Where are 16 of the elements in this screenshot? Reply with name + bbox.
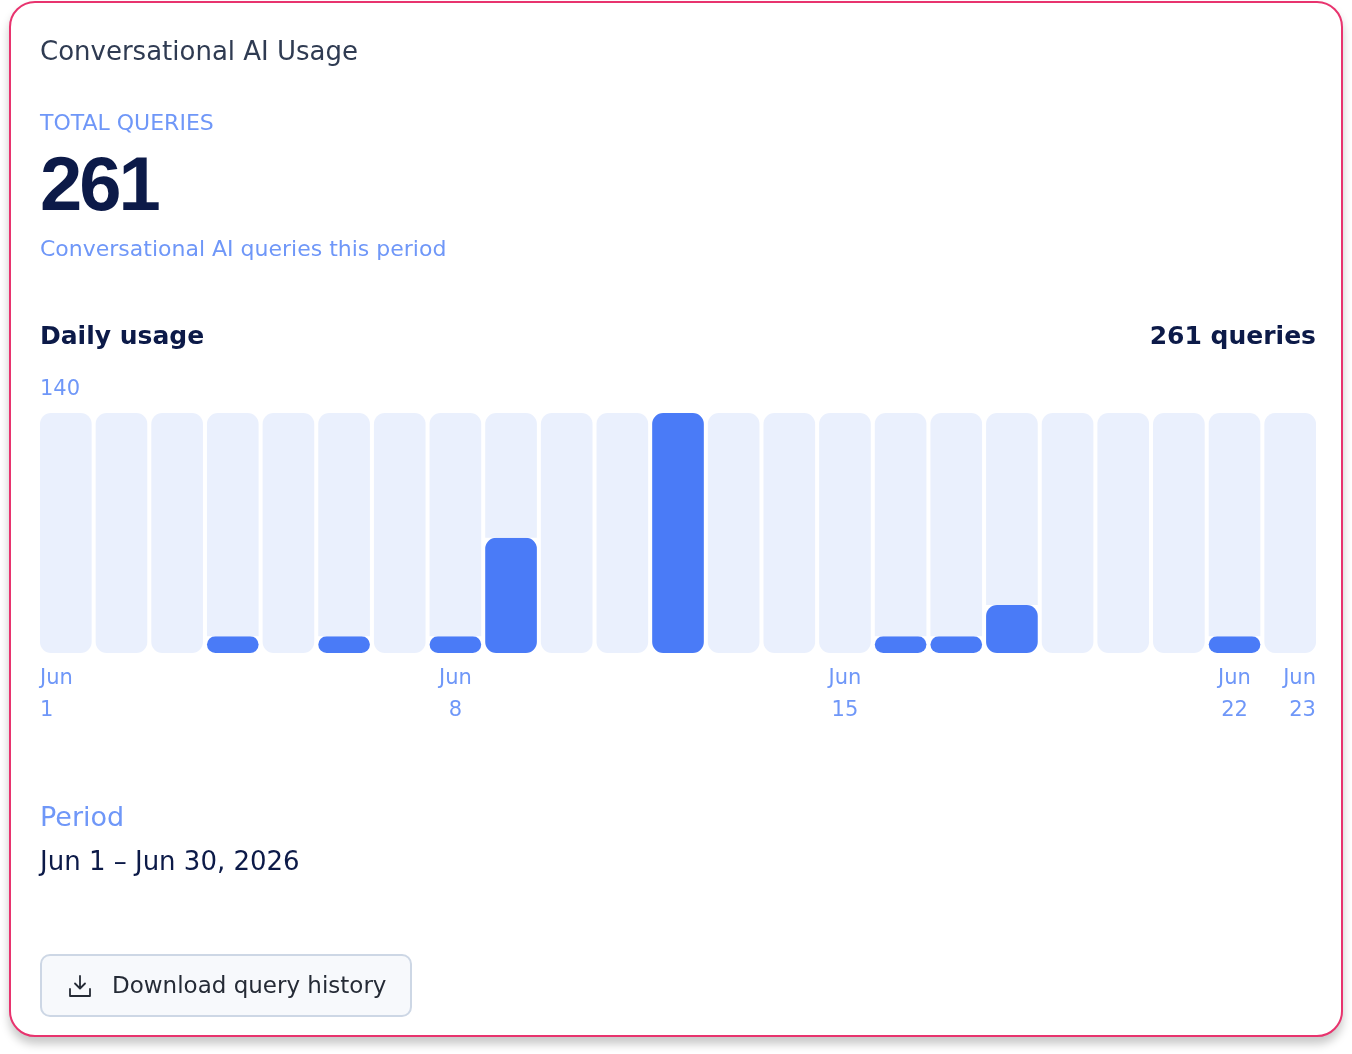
period-value: Jun 1 – Jun 30, 2026 bbox=[40, 845, 301, 878]
stat-label: TOTAL QUERIES bbox=[40, 109, 215, 137]
stat-value: 261 bbox=[40, 143, 160, 225]
download-button[interactable]: Download query history bbox=[40, 954, 413, 1017]
x-axis-label: Jun 15 bbox=[828, 664, 862, 723]
stat-caption: Conversational AI queries this period bbox=[40, 235, 448, 263]
period-label: Period bbox=[40, 800, 126, 834]
x-axis-label: Jun 23 bbox=[1283, 664, 1316, 723]
chart-title: Daily usage bbox=[40, 320, 205, 352]
card-title: Conversational AI Usage bbox=[40, 35, 360, 68]
query-total: 261 queries bbox=[1149, 320, 1316, 352]
download-icon bbox=[68, 973, 92, 998]
x-axis-label: Jun 8 bbox=[438, 664, 472, 723]
y-axis-label: 140 bbox=[40, 375, 82, 402]
x-axis-label: Jun 22 bbox=[1218, 664, 1251, 723]
x-axis-label: Jun 1 bbox=[40, 664, 73, 723]
